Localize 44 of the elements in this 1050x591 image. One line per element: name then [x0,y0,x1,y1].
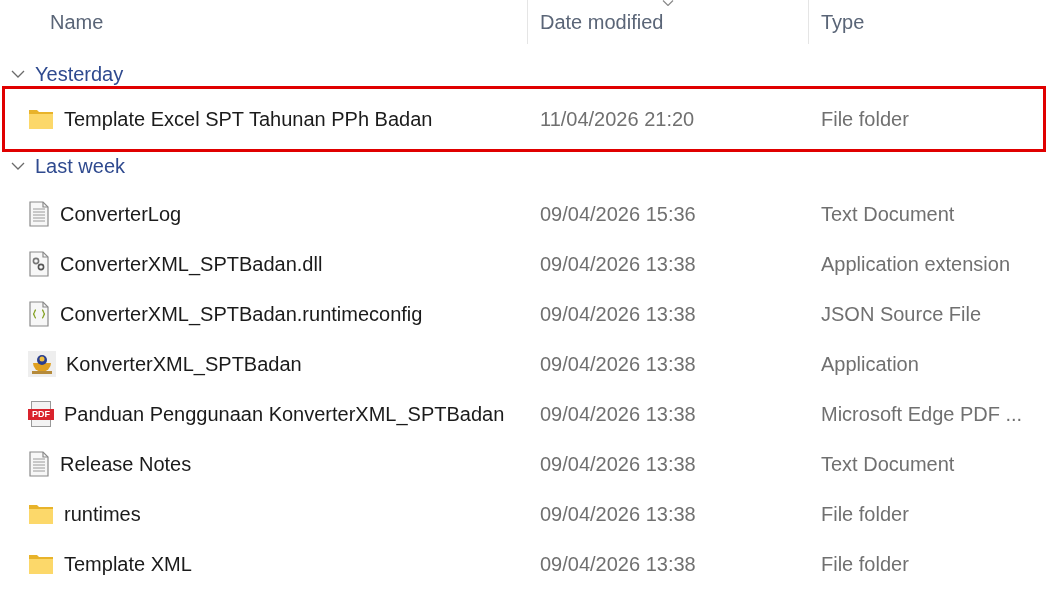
folder-icon [28,503,54,525]
file-name: ConverterXML_SPTBadan.dll [60,252,323,278]
file-name: ConverterLog [60,202,182,227]
file-name: Template XML [64,552,192,577]
file-name: KonverterXML_SPTBadan [66,352,302,378]
file-type: Text Document [820,452,955,477]
gear-document-icon [28,251,50,277]
file-type: JSON Source File [820,302,982,327]
file-type: File folder [820,107,909,132]
file-name: runtimes [64,502,141,527]
text-document-icon [28,451,50,477]
file-type: File folder [820,552,909,577]
file-type: Text Document [820,202,955,227]
date-modified: 09/04/2026 13:38 [539,452,696,477]
group-header[interactable]: Last week [35,155,126,177]
file-type: Application [820,352,919,377]
date-modified: 09/04/2026 13:38 [539,352,696,377]
column-header[interactable]: Date modified [528,7,664,37]
emblem-icon [28,351,56,377]
date-modified: 09/04/2026 13:38 [539,502,696,527]
file-type: Microsoft Edge PDF ... [820,402,1023,427]
sort-caret-icon [662,0,674,6]
file-name: Template Excel SPT Tahunan PPh Badan [64,107,433,132]
date-modified: 09/04/2026 13:38 [539,302,696,327]
date-modified: 11/04/2026 21:20 [539,107,695,132]
text-document-icon [28,201,50,227]
file-type: File folder [820,502,909,527]
braces-document-icon [28,301,50,327]
date-modified: 09/04/2026 15:36 [539,202,696,227]
file-name: ConverterXML_SPTBadan.runtimeconfig [60,302,423,328]
folder-icon [28,108,54,130]
chevron-icon[interactable] [11,69,25,79]
file-type: Application extension [820,252,1010,277]
column-header[interactable]: Name [0,7,104,37]
date-modified: 09/04/2026 13:38 [539,552,696,577]
pdf-icon: PDF [28,401,54,427]
file-name: Release Notes [60,452,192,477]
file-name: Panduan Penggunaan KonverterXML_SPTBadan [64,402,505,428]
date-modified: 09/04/2026 13:38 [539,402,696,427]
date-modified: 09/04/2026 13:38 [539,252,696,277]
chevron-icon[interactable] [11,161,25,171]
group-header[interactable]: Yesterday [35,63,124,85]
column-header[interactable]: Type [809,7,865,37]
folder-icon [28,553,54,575]
